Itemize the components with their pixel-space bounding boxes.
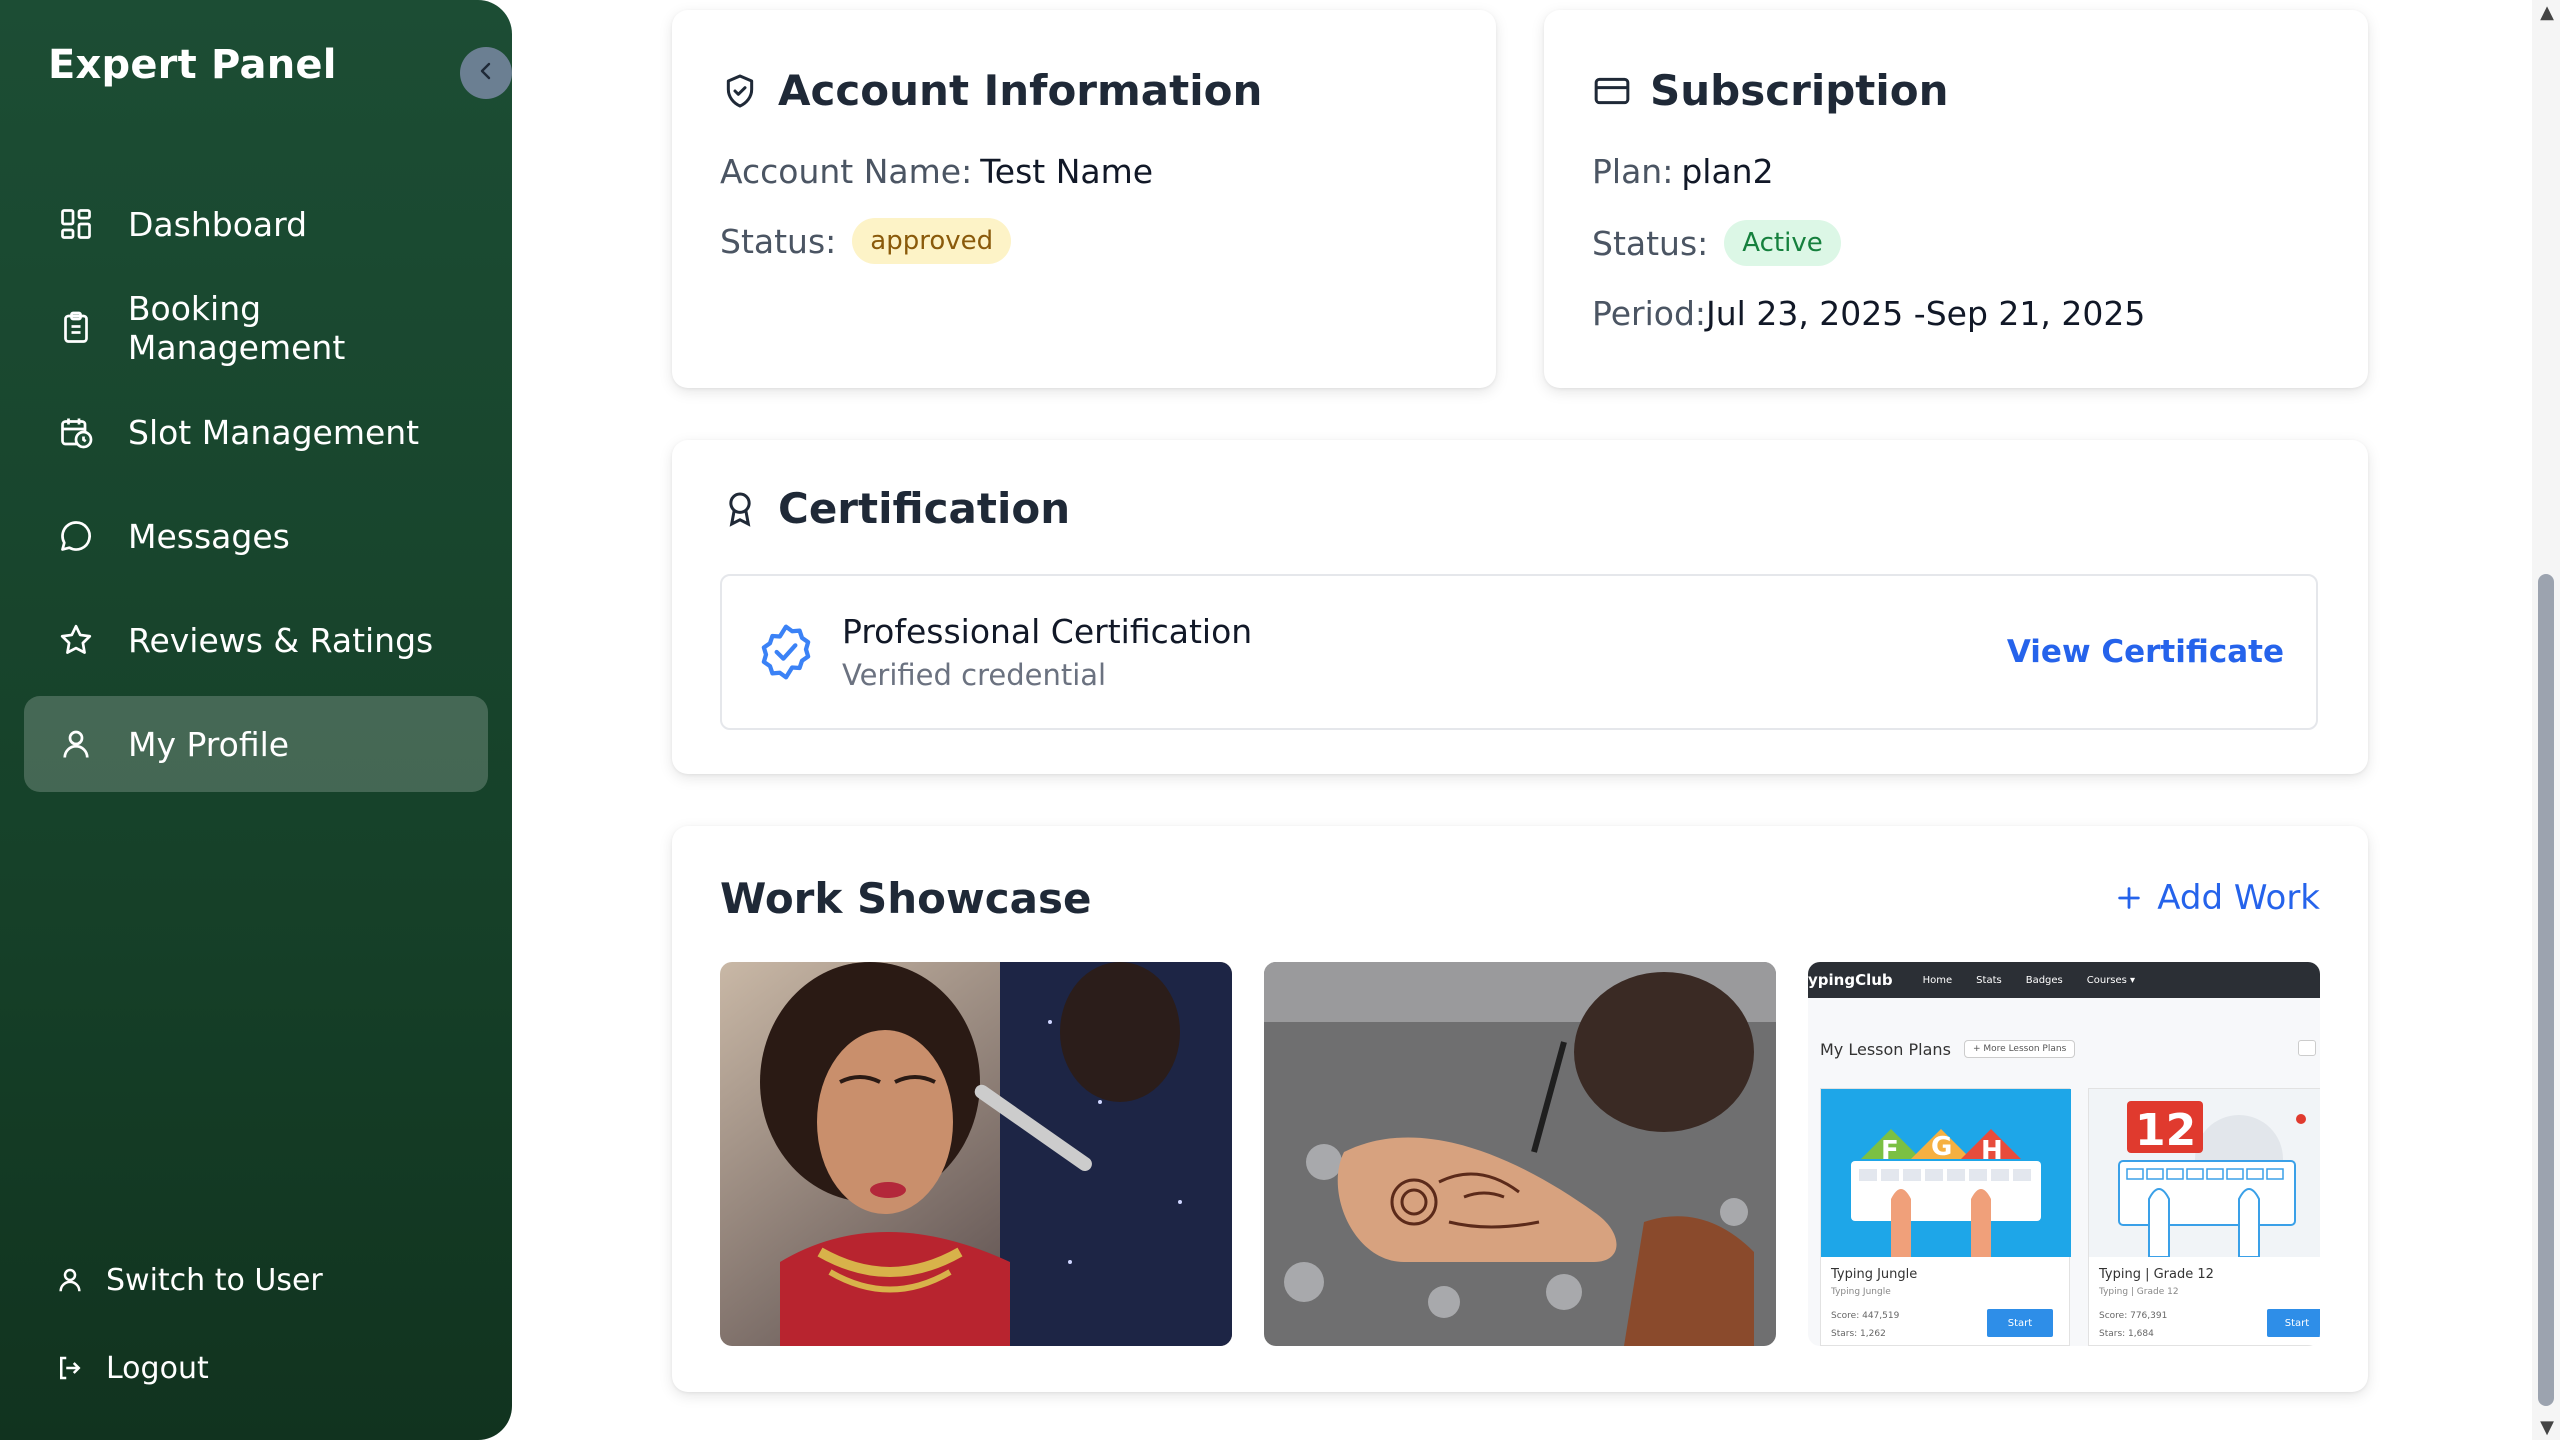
account-status-label: Status: — [720, 221, 837, 261]
logout-icon — [54, 1352, 86, 1384]
period-row: Period: Jul 23, 2025 -Sep 21, 2025 — [1592, 294, 2145, 333]
plus-icon — [2115, 884, 2143, 912]
typing-card-title: Typing | Grade 12 — [2099, 1267, 2214, 1282]
typing-lessons-screenshot[interactable]: ypingClub Home Stats Badges Courses ▾ My… — [1808, 962, 2320, 1346]
add-work-button[interactable]: Add Work — [2115, 878, 2320, 918]
account-info-title-text: Account Information — [778, 66, 1263, 115]
typing-nav-badges: Badges — [2025, 974, 2063, 986]
add-work-label: Add Work — [2157, 878, 2320, 918]
award-icon — [720, 489, 760, 529]
calendar-clock-icon — [56, 412, 96, 452]
typing-topbar: ypingClub Home Stats Badges Courses ▾ — [1808, 962, 2320, 998]
scrollbar[interactable]: ▲ ▼ — [2532, 0, 2560, 1440]
certificate-title: Professional Certification — [842, 612, 1253, 651]
sidebar-item-reviews-ratings[interactable]: Reviews & Ratings — [24, 592, 488, 688]
user-icon — [54, 1264, 86, 1296]
brand-title: Expert Panel — [48, 42, 337, 88]
sidebar-bottom: Switch to User Logout — [54, 1252, 323, 1428]
account-name-value: Test Name — [980, 152, 1154, 191]
henna-photo[interactable] — [1264, 962, 1776, 1346]
scroll-up-icon[interactable]: ▲ — [2540, 2, 2554, 23]
credit-card-icon — [1592, 71, 1632, 111]
typing-nav-courses: Courses ▾ — [2086, 974, 2136, 986]
sidebar-item-label: Booking Management — [127, 289, 346, 367]
grid-icon — [56, 204, 96, 244]
account-info-title: Account Information — [720, 66, 1262, 115]
period-label: Period: — [1592, 294, 1707, 333]
scrollbar-thumb[interactable] — [2538, 574, 2554, 1406]
account-name-row: Account Name: Test Name — [720, 152, 1153, 191]
typing-card-stars: Stars: 1,684 — [2099, 1329, 2154, 1339]
typing-start-button: Start — [2267, 1309, 2320, 1337]
sidebar-item-dashboard[interactable]: Dashboard — [24, 176, 488, 272]
grade-number: 12 — [2135, 1105, 2196, 1156]
sidebar-item-booking-management[interactable]: Booking Management — [24, 280, 488, 376]
certificate-subtitle: Verified credential — [842, 658, 1107, 692]
subscription-status-row: Status: Active — [1592, 220, 1841, 266]
typing-card-sub: Typing | Grade 12 — [2099, 1287, 2179, 1297]
typing-card-score: Score: 776,391 — [2099, 1311, 2168, 1321]
sidebar-item-label: Slot Management — [128, 412, 420, 452]
user-icon — [56, 724, 96, 764]
typing-card-score: Score: 447,519 — [1831, 1311, 1900, 1321]
plan-value: plan2 — [1681, 152, 1774, 191]
subscription-card: Subscription Plan: plan2 Status: Active … — [1544, 10, 2368, 388]
account-status-row: Status: approved — [720, 218, 1012, 264]
logout-button[interactable]: Logout — [54, 1340, 323, 1396]
switch-to-user-label: Switch to User — [106, 1262, 323, 1298]
subscription-title: Subscription — [1592, 66, 1949, 115]
plan-label: Plan: — [1592, 152, 1674, 191]
sidebar-item-slot-management[interactable]: Slot Management — [24, 384, 488, 480]
account-name-label: Account Name: — [720, 152, 973, 191]
logout-label: Logout — [106, 1350, 209, 1386]
sidebar-item-label: Dashboard — [128, 204, 308, 244]
status-badge: Active — [1724, 220, 1841, 266]
work-showcase-card: Work Showcase Add Work ypingClub Home St… — [672, 826, 2368, 1392]
sidebar-item-label: Reviews & Ratings — [128, 620, 434, 660]
subscription-title-text: Subscription — [1650, 66, 1949, 115]
typing-menu-icon — [2298, 1040, 2316, 1056]
subscription-status-label: Status: — [1592, 223, 1709, 263]
plan-row: Plan: plan2 — [1592, 152, 1774, 191]
chevron-left-icon — [474, 59, 498, 87]
scroll-down-icon[interactable]: ▼ — [2540, 1417, 2554, 1438]
typing-start-button: Start — [1987, 1309, 2053, 1337]
sidebar-item-my-profile[interactable]: My Profile — [24, 696, 488, 792]
typing-card-stars: Stars: 1,262 — [1831, 1329, 1886, 1339]
period-value: Jul 23, 2025 -Sep 21, 2025 — [1706, 294, 2146, 333]
status-badge: approved — [852, 218, 1012, 264]
certification-title: Certification — [720, 484, 1070, 533]
certification-title-text: Certification — [778, 484, 1071, 533]
typing-card-sub: Typing Jungle — [1831, 1287, 1891, 1297]
shield-check-icon — [720, 71, 760, 111]
sidebar-item-label: Messages — [128, 516, 290, 556]
typing-card: F G H Typing Jungle Typing Jungle Score:… — [1820, 1088, 2071, 1346]
certificate-item: Professional Certification Verified cred… — [720, 574, 2318, 730]
typing-jungle-illustration: F G H — [1821, 1089, 2071, 1257]
typing-nav-home: Home — [1922, 974, 1953, 986]
account-info-card: Account Information Account Name: Test N… — [672, 10, 1496, 388]
typing-more-button: + More Lesson Plans — [1964, 1040, 2076, 1058]
star-icon — [56, 620, 96, 660]
grade-12-illustration: 12 — [2089, 1089, 2320, 1257]
collapse-sidebar-button[interactable] — [460, 47, 512, 99]
sidebar-item-messages[interactable]: Messages — [24, 488, 488, 584]
typing-heading: My Lesson Plans — [1820, 1040, 1951, 1059]
verified-badge-icon — [754, 620, 818, 688]
typing-brand: ypingClub — [1808, 971, 1893, 989]
bridal-makeup-photo[interactable] — [720, 962, 1232, 1346]
view-certificate-link[interactable]: View Certificate — [2007, 634, 2284, 670]
sidebar-item-label: My Profile — [128, 724, 290, 764]
key-letter: G — [1931, 1132, 1952, 1162]
switch-to-user-button[interactable]: Switch to User — [54, 1252, 323, 1308]
sidebar-nav: Dashboard Booking Management Slot Manage… — [24, 176, 488, 800]
typing-nav-stats: Stats — [1976, 974, 2002, 986]
typing-card: 12 Typing | Grade 12 Typing | Grade 12 S… — [2088, 1088, 2320, 1346]
sidebar: Expert Panel Dashboard Booking Managemen… — [0, 0, 512, 1440]
clipboard-icon — [56, 308, 96, 348]
certification-card: Certification Professional Certification… — [672, 440, 2368, 774]
chat-icon — [56, 516, 96, 556]
typing-card-title: Typing Jungle — [1831, 1267, 1918, 1282]
work-showcase-title: Work Showcase — [720, 874, 1092, 923]
